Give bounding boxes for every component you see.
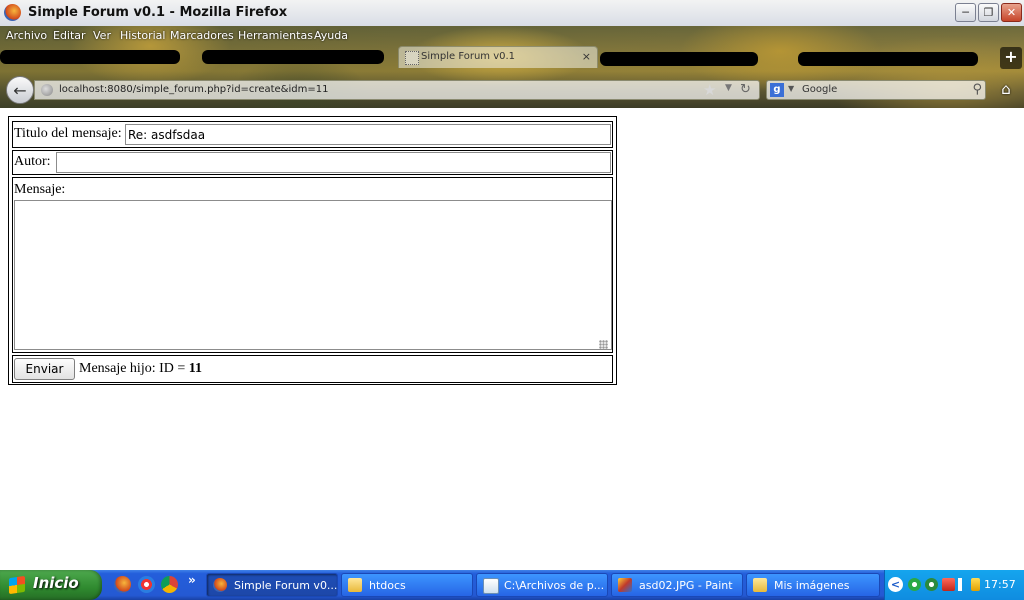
author-row: Autor: [12,150,613,175]
home-icon: ⌂ [1001,80,1011,98]
message-label: Mensaje: [14,182,66,197]
minimize-button[interactable]: ─ [955,3,976,22]
show-hidden-icons-icon[interactable]: < [888,577,903,592]
tray-security-shield-icon[interactable] [942,578,955,591]
menu-marcadores[interactable]: Marcadores [170,29,234,42]
title-input[interactable] [125,124,611,145]
browser-toolbar: Archivo Editar Ver Historial Marcadores … [0,26,1024,108]
taskbar-button-notepad[interactable]: C:\Archivos de p... [476,573,608,597]
taskbar-button-mis-imagenes[interactable]: Mis imágenes [746,573,880,597]
taskbar-button-label: C:\Archivos de p... [504,579,605,592]
resize-grip-icon[interactable] [599,340,608,349]
menu-editar[interactable]: Editar [53,29,86,42]
taskbar-button-label: Mis imágenes [774,579,850,592]
menu-herramientas[interactable]: Herramientas [238,29,313,42]
tray-sync-icon[interactable] [925,578,938,591]
notepad-icon [483,578,499,594]
author-input[interactable] [56,152,611,173]
folder-icon [348,578,362,592]
tab-redacted-4[interactable] [798,52,978,66]
tab-redacted-1[interactable] [0,50,180,64]
message-row: Mensaje: [12,177,613,353]
search-bar[interactable]: g ▼ Google ⚲ [766,80,986,100]
paint-icon [618,578,632,592]
menu-ayuda[interactable]: Ayuda [314,29,348,42]
child-message-id: 11 [188,361,202,376]
taskbar-button-paint[interactable]: asd02.JPG - Paint [611,573,743,597]
menu-archivo[interactable]: Archivo [6,29,47,42]
child-message-info: Mensaje hijo: ID = 11 [79,361,202,377]
home-button[interactable]: ⌂ [995,80,1017,100]
windows-logo-icon [9,575,25,595]
child-message-label: Mensaje hijo: ID = [79,361,186,376]
quicklaunch-more-icon[interactable]: » [188,573,196,587]
tab-simple-forum[interactable]: Simple Forum v0.1 × [398,46,598,68]
url-bar[interactable]: localhost:8080/simple_forum.php?id=creat… [34,80,760,100]
window-titlebar[interactable]: Simple Forum v0.1 - Mozilla Firefox ─ ❐ … [0,0,1024,27]
quicklaunch-firefox-icon[interactable] [114,576,131,593]
tab-label: Simple Forum v0.1 [421,51,516,62]
quicklaunch-chrome-icon[interactable] [161,576,178,593]
search-icon[interactable]: ⚲ [972,82,982,97]
taskbar-button-htdocs[interactable]: htdocs [341,573,473,597]
submit-row: Enviar Mensaje hijo: ID = 11 [12,355,613,383]
start-label: Inicio [33,574,79,592]
tray-volume-icon[interactable] [958,578,968,591]
back-arrow-icon: ← [13,80,27,100]
tab-redacted-2[interactable] [202,50,384,64]
tray-network-icon[interactable] [908,578,921,591]
start-button[interactable]: Inicio [0,570,102,600]
restore-button[interactable]: ❐ [978,3,999,22]
enviar-button[interactable]: Enviar [14,358,75,380]
system-tray: < 17:57 [884,570,1024,600]
minimize-icon: ─ [962,6,969,19]
page-favicon-icon [405,51,419,65]
tab-close-icon[interactable]: × [582,50,591,63]
taskbar-button-label: htdocs [369,579,406,592]
search-placeholder: Google [802,84,838,95]
bookmark-star-icon[interactable]: ★ [703,81,716,99]
author-label: Autor: [14,154,51,169]
taskbar-button-label: Simple Forum v0... [234,579,338,592]
tab-redacted-3[interactable] [600,52,758,66]
url-text[interactable]: localhost:8080/simple_forum.php?id=creat… [59,84,328,95]
firefox-icon [4,4,21,21]
taskbar-button-firefox[interactable]: Simple Forum v0... [206,573,338,597]
taskbar-clock[interactable]: 17:57 [984,578,1016,591]
site-identity-icon[interactable] [41,84,53,96]
engine-dropdown-icon[interactable]: ▼ [788,84,794,93]
title-row: Titulo del mensaje: [12,121,613,148]
window-title: Simple Forum v0.1 - Mozilla Firefox [28,5,288,20]
quicklaunch-browser-icon[interactable] [138,576,155,593]
reload-icon[interactable]: ↻ [740,82,751,97]
tray-power-icon[interactable] [971,578,980,591]
firefox-icon [213,578,227,592]
create-message-form: Titulo del mensaje: Autor: Mensaje: Envi… [8,116,617,385]
close-icon: ✕ [1006,6,1017,19]
back-button[interactable]: ← [6,76,34,104]
message-textarea[interactable] [14,200,612,350]
url-history-dropdown-icon[interactable]: ▼ [725,83,732,93]
restore-icon: ❐ [983,6,994,19]
new-tab-button[interactable]: + [1000,47,1022,69]
taskbar: Inicio » Simple Forum v0... htdocs C:\Ar… [0,570,1024,600]
menu-bar: Archivo Editar Ver Historial Marcadores … [0,26,400,44]
folder-pictures-icon [753,578,767,592]
taskbar-button-label: asd02.JPG - Paint [639,579,733,592]
title-label: Titulo del mensaje: [14,126,122,141]
menu-historial[interactable]: Historial [120,29,165,42]
close-window-button[interactable]: ✕ [1001,3,1022,22]
menu-ver[interactable]: Ver [93,29,111,42]
google-engine-icon[interactable]: g [770,83,784,97]
